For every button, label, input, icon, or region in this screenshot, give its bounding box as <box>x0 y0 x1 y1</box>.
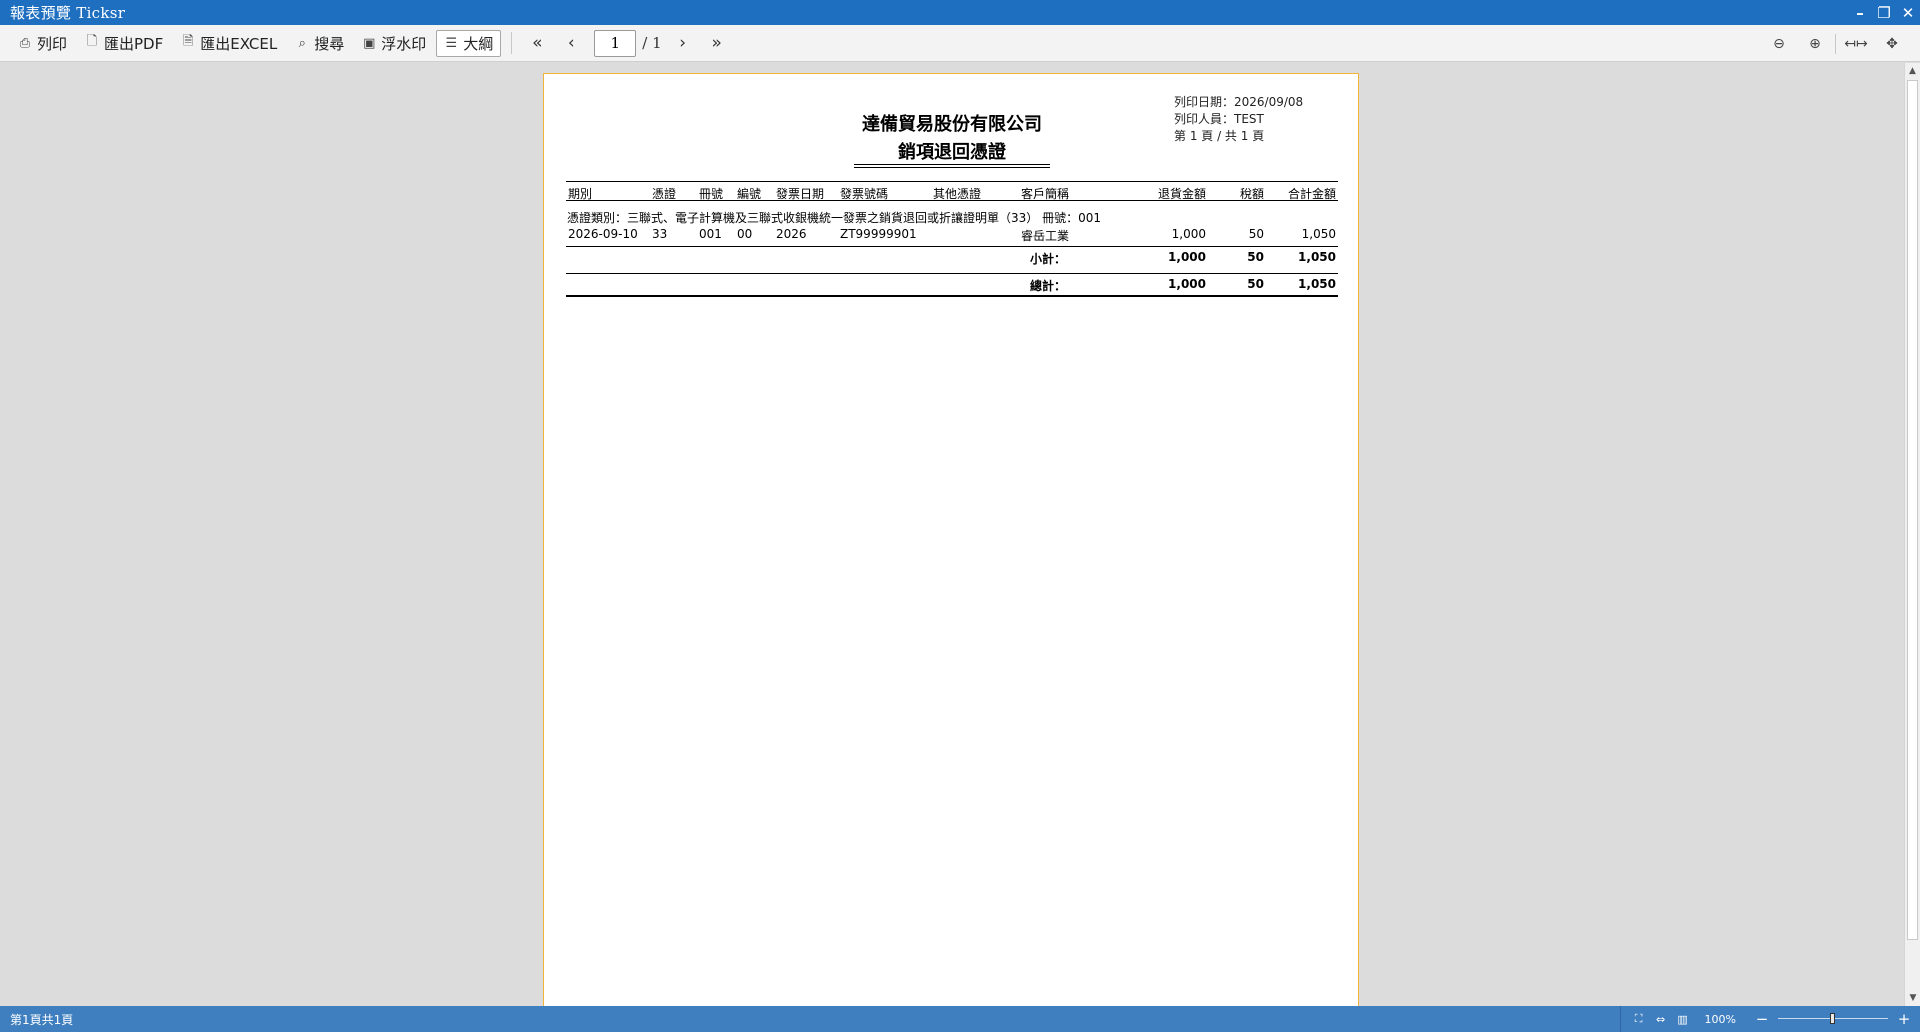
next-page-button[interactable]: › <box>666 30 700 57</box>
export-excel-label: 匯出EXCEL <box>200 34 278 53</box>
print-label: 列印 <box>37 34 68 53</box>
list-icon: ☰ <box>445 35 458 51</box>
cell-total-amount: 1,050 <box>1301 227 1336 241</box>
cell-tax: 50 <box>1248 227 1264 241</box>
pdf-file-icon: 🗋 <box>86 34 98 49</box>
fit-whole-page-icon[interactable]: ⛶ <box>1629 1009 1649 1029</box>
status-page-text: 第1頁共1頁 <box>10 1012 74 1027</box>
toolbar: ⎙ 列印 🗋 匯出PDF 🗎 匯出EXCEL ⌕ 搜尋 ▣ 浮水印 ☰ 大綱 «… <box>0 25 1920 62</box>
prev-page-button[interactable]: ‹ <box>554 30 588 57</box>
export-pdf-button[interactable]: 🗋 匯出PDF <box>77 30 171 57</box>
col-period: 期別 <box>568 187 593 201</box>
outline-label: 大綱 <box>463 34 494 53</box>
export-excel-button[interactable]: 🗎 匯出EXCEL <box>173 30 285 57</box>
window-controls: – ❐ ✕ <box>1848 0 1920 25</box>
zoom-minus-icon[interactable]: − <box>1754 1010 1770 1028</box>
col-customer: 客戶簡稱 <box>1021 187 1070 201</box>
scrollbar-thumb[interactable] <box>1907 80 1918 940</box>
cell-book: 001 <box>699 227 722 241</box>
zoom-out-icon[interactable]: ⊖ <box>1761 30 1797 57</box>
grand-total-total-amount: 1,050 <box>1298 277 1336 291</box>
window-title: 報表預覽 Ticksr <box>10 4 126 22</box>
col-invoice-date: 發票日期 <box>776 187 825 201</box>
close-icon[interactable]: ✕ <box>1896 0 1920 25</box>
toolbar-view-controls: ⊖ ⊕ ↤↦ ✥ <box>1761 30 1910 57</box>
print-button[interactable]: ⎙ 列印 <box>10 30 75 57</box>
zoom-slider-handle[interactable] <box>1830 1013 1835 1024</box>
watermark-button[interactable]: ▣ 浮水印 <box>354 30 434 57</box>
page-number-input[interactable] <box>594 29 637 57</box>
col-seq: 編號 <box>737 187 762 201</box>
restore-icon[interactable]: ❐ <box>1872 0 1896 25</box>
zoom-slider[interactable] <box>1778 1011 1888 1027</box>
fit-page-width-icon[interactable]: ⇔ <box>1651 1009 1671 1029</box>
scroll-up-icon[interactable]: ▲ <box>1905 63 1920 79</box>
page-info: 第 1 頁 / 共 1 頁 <box>1174 129 1265 143</box>
group-header: 憑證類別：三聯式、電子計算機及三聯式收銀機統一發票之銷貨退回或折讓證明單（33）… <box>567 211 1101 225</box>
cell-period: 2026-09-10 <box>568 227 638 241</box>
printer-icon: ⎙ <box>19 35 31 51</box>
toolbar-divider <box>511 32 513 54</box>
print-info: 列印日期：2026/09/08 列印人員：TEST 第 1 頁 / 共 1 頁 <box>1174 94 1303 145</box>
col-total-amount: 合計金額 <box>1287 187 1336 201</box>
status-zoom-controls: ⛶ ⇔ ▥ 100% − + <box>1619 1006 1920 1032</box>
zoom-in-icon[interactable]: ⊕ <box>1797 30 1833 57</box>
col-invoice-no: 發票號碼 <box>840 187 889 201</box>
column-header-row: 期別 憑證 冊號 編號 發票日期 發票號碼 其他憑證 客戶簡稱 退貨金額 稅額 … <box>566 181 1338 201</box>
vertical-scrollbar[interactable]: ▲ ▼ <box>1904 63 1920 1006</box>
subtotal-row: 小計： 1,000 50 1,050 <box>566 248 1338 266</box>
col-book: 冊號 <box>699 187 724 201</box>
col-voucher: 憑證 <box>652 187 677 201</box>
grand-total-label: 總計： <box>1029 279 1066 293</box>
watermark-label: 浮水印 <box>381 34 427 53</box>
subtotal-tax: 50 <box>1247 250 1264 264</box>
cell-return-amount: 1,000 <box>1171 227 1206 241</box>
col-return-amount: 退貨金額 <box>1157 187 1206 201</box>
first-page-button[interactable]: « <box>520 30 554 57</box>
fit-page-icon[interactable]: ✥ <box>1874 30 1910 57</box>
total-bottom-rule <box>566 295 1338 297</box>
export-pdf-label: 匯出PDF <box>104 34 164 53</box>
outline-button[interactable]: ☰ 大綱 <box>436 29 502 57</box>
total-divider <box>566 273 1338 274</box>
subtotal-divider <box>566 246 1338 247</box>
cell-customer: 睿岳工業 <box>1021 229 1070 243</box>
excel-file-icon: 🗎 <box>183 34 194 49</box>
cell-voucher: 33 <box>652 227 668 241</box>
grand-total-return-amount: 1,000 <box>1168 277 1206 291</box>
cell-seq: 00 <box>737 227 753 241</box>
subtotal-return-amount: 1,000 <box>1168 250 1206 264</box>
window-titlebar: 報表預覽 Ticksr – ❐ ✕ <box>0 0 1920 25</box>
cell-invoice-date: 2026 <box>776 227 807 241</box>
report-page: 達備貿易股份有限公司 銷項退回憑證 列印日期：2026/09/08 列印人員：T… <box>543 73 1359 1006</box>
col-other-voucher: 其他憑證 <box>933 187 982 201</box>
image-icon: ▣ <box>363 35 376 51</box>
cell-invoice-no: ZT99999901 <box>840 227 917 241</box>
col-tax: 稅額 <box>1239 187 1264 201</box>
toolbar-divider <box>1835 33 1836 54</box>
grand-total-tax: 50 <box>1247 277 1264 291</box>
table-row: 2026-09-10 33 001 00 2026 ZT99999901 睿岳工… <box>566 227 1338 243</box>
print-user: 列印人員：TEST <box>1174 112 1264 126</box>
preview-workspace[interactable]: 達備貿易股份有限公司 銷項退回憑證 列印日期：2026/09/08 列印人員：T… <box>0 63 1904 1006</box>
minimize-icon[interactable]: – <box>1848 0 1872 25</box>
last-page-button[interactable]: » <box>700 30 734 57</box>
search-icon: ⌕ <box>298 35 306 51</box>
zoom-level: 100% <box>1704 1012 1736 1026</box>
fit-width-icon[interactable]: ↤↦ <box>1838 30 1874 57</box>
scroll-down-icon[interactable]: ▼ <box>1905 990 1920 1006</box>
multi-page-icon[interactable]: ▥ <box>1673 1009 1693 1029</box>
search-button[interactable]: ⌕ 搜尋 <box>287 30 352 57</box>
title-double-underline <box>854 164 1050 168</box>
status-bar: 第1頁共1頁 ⛶ ⇔ ▥ 100% − + <box>0 1006 1920 1032</box>
subtotal-total-amount: 1,050 <box>1298 250 1336 264</box>
grand-total-row: 總計： 1,000 50 1,050 <box>566 275 1338 293</box>
subtotal-label: 小計： <box>1029 252 1066 266</box>
page-total: / 1 <box>642 34 662 52</box>
search-label: 搜尋 <box>314 34 345 53</box>
print-date: 列印日期：2026/09/08 <box>1174 95 1304 109</box>
zoom-plus-icon[interactable]: + <box>1896 1010 1912 1028</box>
